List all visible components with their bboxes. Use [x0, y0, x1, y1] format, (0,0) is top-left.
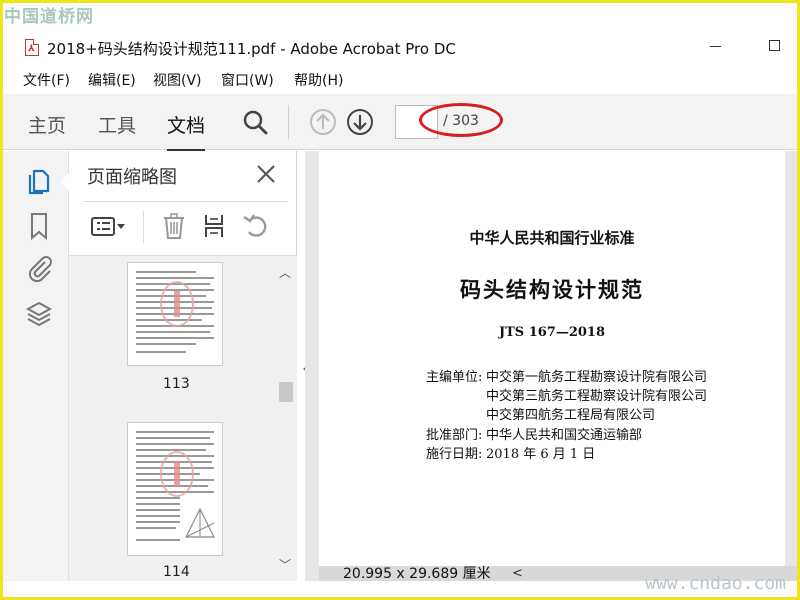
scroll-thumb[interactable] [279, 382, 293, 402]
standard-heading: 中华人民共和国行业标准 [469, 229, 635, 247]
annotation-highlight-oval [419, 103, 503, 137]
attachment-icon[interactable] [25, 253, 53, 283]
title-bar: ⅄ 2018+码头结构设计规范111.pdf - Adobe Acrobat P… [3, 30, 797, 64]
page-size: 20.995 x 29.689 厘米 [343, 566, 491, 582]
watermark-logo: 中国道桥网 [4, 7, 94, 27]
page-thumbnail[interactable] [127, 262, 223, 366]
editor-label: 主编单位: [426, 370, 483, 385]
next-page-icon[interactable] [346, 108, 374, 136]
watermark-stamp [160, 451, 194, 497]
thumbnail-list: 113 114 ︿ ﹀ [69, 255, 297, 581]
page-thumbnails-icon[interactable] [25, 165, 53, 195]
pdf-icon: ⅄ [25, 39, 39, 56]
rotate-icon[interactable] [241, 211, 271, 241]
scroll-left-icon[interactable]: < [512, 566, 523, 581]
previous-page-icon[interactable] [309, 108, 337, 136]
editor-name: 中交第三航务工程勘察设计院有限公司 [486, 389, 708, 404]
scroll-down-icon[interactable]: ﹀ [279, 556, 291, 573]
menu-window[interactable]: 窗口(W) [221, 70, 274, 90]
thumbnail-label: 113 [163, 376, 190, 392]
document-title: 码头结构设计规范 [460, 277, 644, 302]
delete-icon[interactable] [159, 211, 189, 241]
search-icon[interactable] [241, 108, 269, 136]
minimize-button[interactable] [710, 46, 721, 47]
tab-home[interactable]: 主页 [28, 111, 66, 138]
layers-icon[interactable] [25, 299, 53, 329]
menu-bar: 文件(F) 编辑(E) 视图(V) 窗口(W) 帮助(H) [3, 66, 797, 92]
toolbar: 主页 工具 文档 / 303 [3, 94, 797, 152]
maximize-button[interactable] [769, 40, 780, 51]
menu-edit[interactable]: 编辑(E) [88, 70, 136, 90]
window-title: 2018+码头结构设计规范111.pdf - Adobe Acrobat Pro… [47, 40, 456, 58]
figure-thumbnail-icon [185, 507, 215, 538]
effective-date: 2018 年 6 月 1 日 [486, 447, 596, 462]
editor-name: 中交第四航务工程局有限公司 [486, 408, 656, 423]
menu-view[interactable]: 视图(V) [153, 70, 202, 90]
thumbnail-panel: 页面缩略图 113 114 ︿ ﹀ [69, 151, 297, 581]
thumbnail-label: 114 [163, 564, 190, 580]
standard-code: JTS 167—2018 [498, 325, 606, 340]
approval-label: 批准部门: [426, 428, 483, 443]
document-page: 中华人民共和国行业标准 码头结构设计规范 JTS 167—2018 主编单位: … [319, 151, 785, 567]
close-icon[interactable] [255, 163, 277, 185]
watermark-stamp [160, 281, 194, 327]
menu-file[interactable]: 文件(F) [23, 70, 70, 90]
watermark-url: www.cndao.com [645, 573, 786, 594]
tab-document[interactable]: 文档 [167, 111, 206, 152]
editor-name: 中交第一航务工程勘察设计院有限公司 [486, 370, 708, 385]
navigation-pane-strip [3, 151, 69, 581]
panel-tools-divider [143, 211, 144, 243]
tab-tools[interactable]: 工具 [98, 111, 136, 138]
document-view: 中华人民共和国行业标准 码头结构设计规范 JTS 167—2018 主编单位: … [305, 151, 797, 581]
bookmark-icon[interactable] [25, 211, 53, 241]
toolbar-divider [288, 105, 289, 139]
panel-toolbar [69, 203, 297, 251]
options-menu-icon[interactable] [89, 211, 129, 241]
effective-date-label: 施行日期: [426, 447, 483, 462]
panel-pointer [60, 172, 70, 192]
menu-help[interactable]: 帮助(H) [294, 70, 343, 90]
panel-divider [83, 201, 287, 202]
approval-dept: 中华人民共和国交通运输部 [486, 428, 643, 443]
panel-title: 页面缩略图 [87, 167, 177, 188]
page-break-icon[interactable] [199, 211, 229, 241]
scroll-up-icon[interactable]: ︿ [279, 264, 291, 281]
thumbnail-scrollbar[interactable]: ︿ ﹀ [277, 256, 295, 581]
page-thumbnail[interactable] [127, 422, 223, 556]
